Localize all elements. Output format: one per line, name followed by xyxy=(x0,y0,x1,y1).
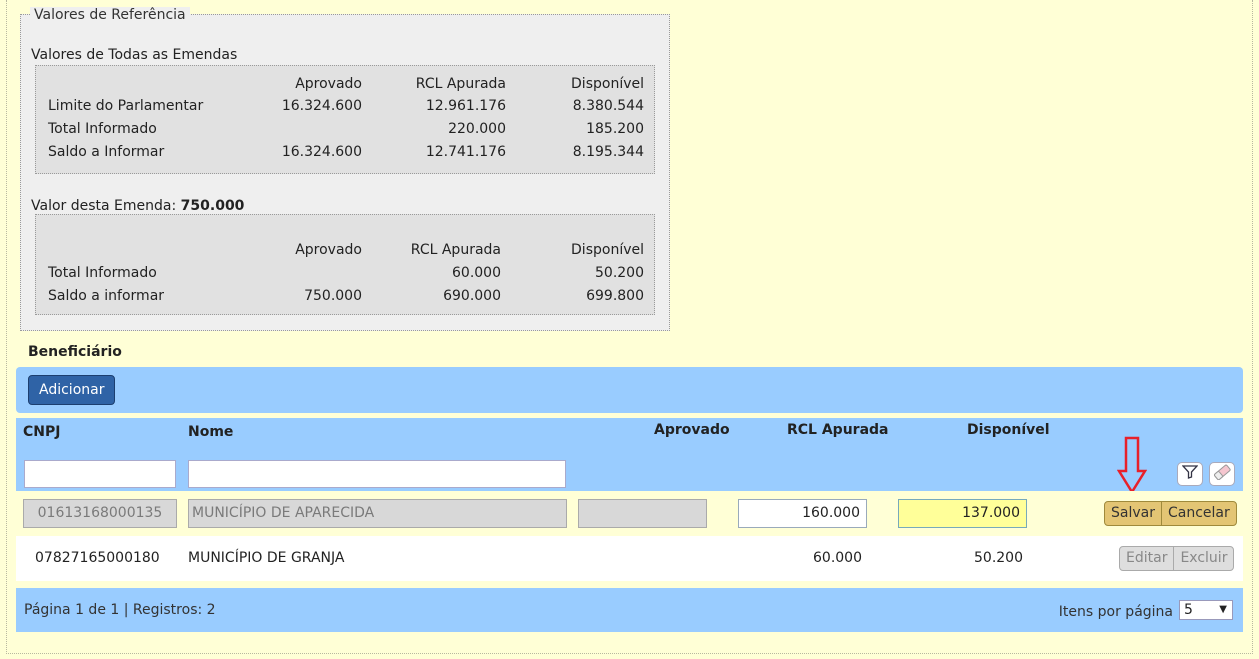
pager-info: Página 1 de 1 | Registros: 2 xyxy=(24,602,216,618)
reference-legend: Valores de Referência xyxy=(30,7,190,23)
column-disponivel[interactable]: Disponível xyxy=(967,422,1050,438)
cnpj-filter-input[interactable] xyxy=(24,460,176,488)
column-cnpj[interactable]: CNPJ xyxy=(23,424,60,440)
row-disponivel: 185.200 xyxy=(586,121,644,137)
this-amendment-label: Valor desta Emenda: xyxy=(31,198,177,214)
table-row-editing: 01613168000135 MUNICÍPIO DE APARECIDA 16… xyxy=(16,491,1243,536)
aprovado-edit-field[interactable] xyxy=(578,499,707,528)
header-aprovado: Aprovado xyxy=(295,242,362,258)
header-rcl: RCL Apurada xyxy=(415,76,506,92)
row-disponivel: 8.195.344 xyxy=(572,144,644,160)
column-nome[interactable]: Nome xyxy=(188,424,233,440)
this-amendment-header: Aprovado RCL Apurada Disponível xyxy=(48,242,644,262)
row-disponivel: 8.380.544 xyxy=(572,98,644,114)
disponivel-cell: 50.200 xyxy=(974,550,1023,566)
all-amendments-header: Aprovado RCL Apurada Disponível xyxy=(48,76,644,96)
column-rcl[interactable]: RCL Apurada xyxy=(787,422,889,438)
edit-button[interactable]: Editar xyxy=(1120,547,1173,570)
chevron-down-icon: ▼ xyxy=(1219,604,1227,615)
table-row: Total Informado 220.000 185.200 xyxy=(48,121,644,141)
row-label: Saldo a Informar xyxy=(48,144,165,160)
table-row: Limite do Parlamentar 16.324.600 12.961.… xyxy=(48,98,644,118)
row-label: Limite do Parlamentar xyxy=(48,98,204,114)
row-label: Total Informado xyxy=(48,121,157,137)
filter-icon xyxy=(1181,465,1199,483)
this-amendment-title: Valor desta Emenda: 750.000 xyxy=(31,198,244,214)
save-button[interactable]: Salvar xyxy=(1105,502,1161,525)
header-disponivel: Disponível xyxy=(571,76,644,92)
cancel-button[interactable]: Cancelar xyxy=(1160,502,1236,525)
nome-filter-input[interactable] xyxy=(188,460,566,488)
delete-button[interactable]: Excluir xyxy=(1173,547,1233,570)
beneficiario-title: Beneficiário xyxy=(28,344,122,360)
beneficiario-toolbar: Adicionar xyxy=(16,367,1243,413)
rcl-edit-field[interactable]: 160.000 xyxy=(738,499,867,528)
nome-cell: MUNICÍPIO DE GRANJA xyxy=(188,550,345,566)
row-rcl: 60.000 xyxy=(452,265,501,281)
table-row: Saldo a Informar 16.324.600 12.741.176 8… xyxy=(48,144,644,164)
row-disponivel: 699.800 xyxy=(586,288,644,304)
row-label: Total Informado xyxy=(48,265,157,281)
save-cancel-group: Salvar Cancelar xyxy=(1104,501,1237,526)
header-aprovado: Aprovado xyxy=(295,76,362,92)
column-aprovado[interactable]: Aprovado xyxy=(654,422,730,438)
row-aprovado: 750.000 xyxy=(304,288,362,304)
items-per-page-select[interactable]: 5 ▼ xyxy=(1179,600,1233,620)
row-rcl: 690.000 xyxy=(443,288,501,304)
row-rcl: 220.000 xyxy=(448,121,506,137)
edit-delete-group: Editar Excluir xyxy=(1119,546,1235,571)
items-per-page-label: Itens por página xyxy=(1058,604,1173,620)
row-aprovado: 16.324.600 xyxy=(281,98,362,114)
nome-edit-field[interactable]: MUNICÍPIO DE APARECIDA xyxy=(188,499,567,528)
header-disponivel: Disponível xyxy=(571,242,644,258)
add-button[interactable]: Adicionar xyxy=(28,375,116,405)
eraser-icon xyxy=(1213,464,1231,484)
table-row: Saldo a informar 750.000 690.000 699.800 xyxy=(48,288,644,308)
table-row: 07827165000180 MUNICÍPIO DE GRANJA 60.00… xyxy=(16,536,1243,581)
row-rcl: 12.961.176 xyxy=(425,98,506,114)
down-arrow-annotation xyxy=(1116,436,1148,495)
all-amendments-title: Valores de Todas as Emendas xyxy=(31,47,238,63)
table-row: Total Informado 60.000 50.200 xyxy=(48,265,644,285)
row-rcl: 12.741.176 xyxy=(425,144,506,160)
grid-footer: Página 1 de 1 | Registros: 2 Itens por p… xyxy=(16,588,1243,632)
row-label: Saldo a informar xyxy=(48,288,165,304)
filter-button[interactable] xyxy=(1177,462,1203,486)
this-amendment-value: 750.000 xyxy=(180,198,245,214)
rcl-cell: 60.000 xyxy=(813,550,862,566)
cnpj-edit-field[interactable]: 01613168000135 xyxy=(23,499,177,528)
clear-filter-button[interactable] xyxy=(1209,462,1235,486)
cnpj-cell: 07827165000180 xyxy=(35,550,160,566)
this-amendment-table: Aprovado RCL Apurada Disponível Total In… xyxy=(35,214,655,315)
row-disponivel: 50.200 xyxy=(595,265,644,281)
header-rcl: RCL Apurada xyxy=(410,242,501,258)
disponivel-edit-field[interactable]: 137.000 xyxy=(898,499,1027,528)
items-per-page-value: 5 xyxy=(1184,602,1193,618)
all-amendments-table: Aprovado RCL Apurada Disponível Limite d… xyxy=(35,65,655,174)
row-aprovado: 16.324.600 xyxy=(281,144,362,160)
grid-header: CNPJ Nome Aprovado RCL Apurada Disponíve… xyxy=(16,418,1243,491)
